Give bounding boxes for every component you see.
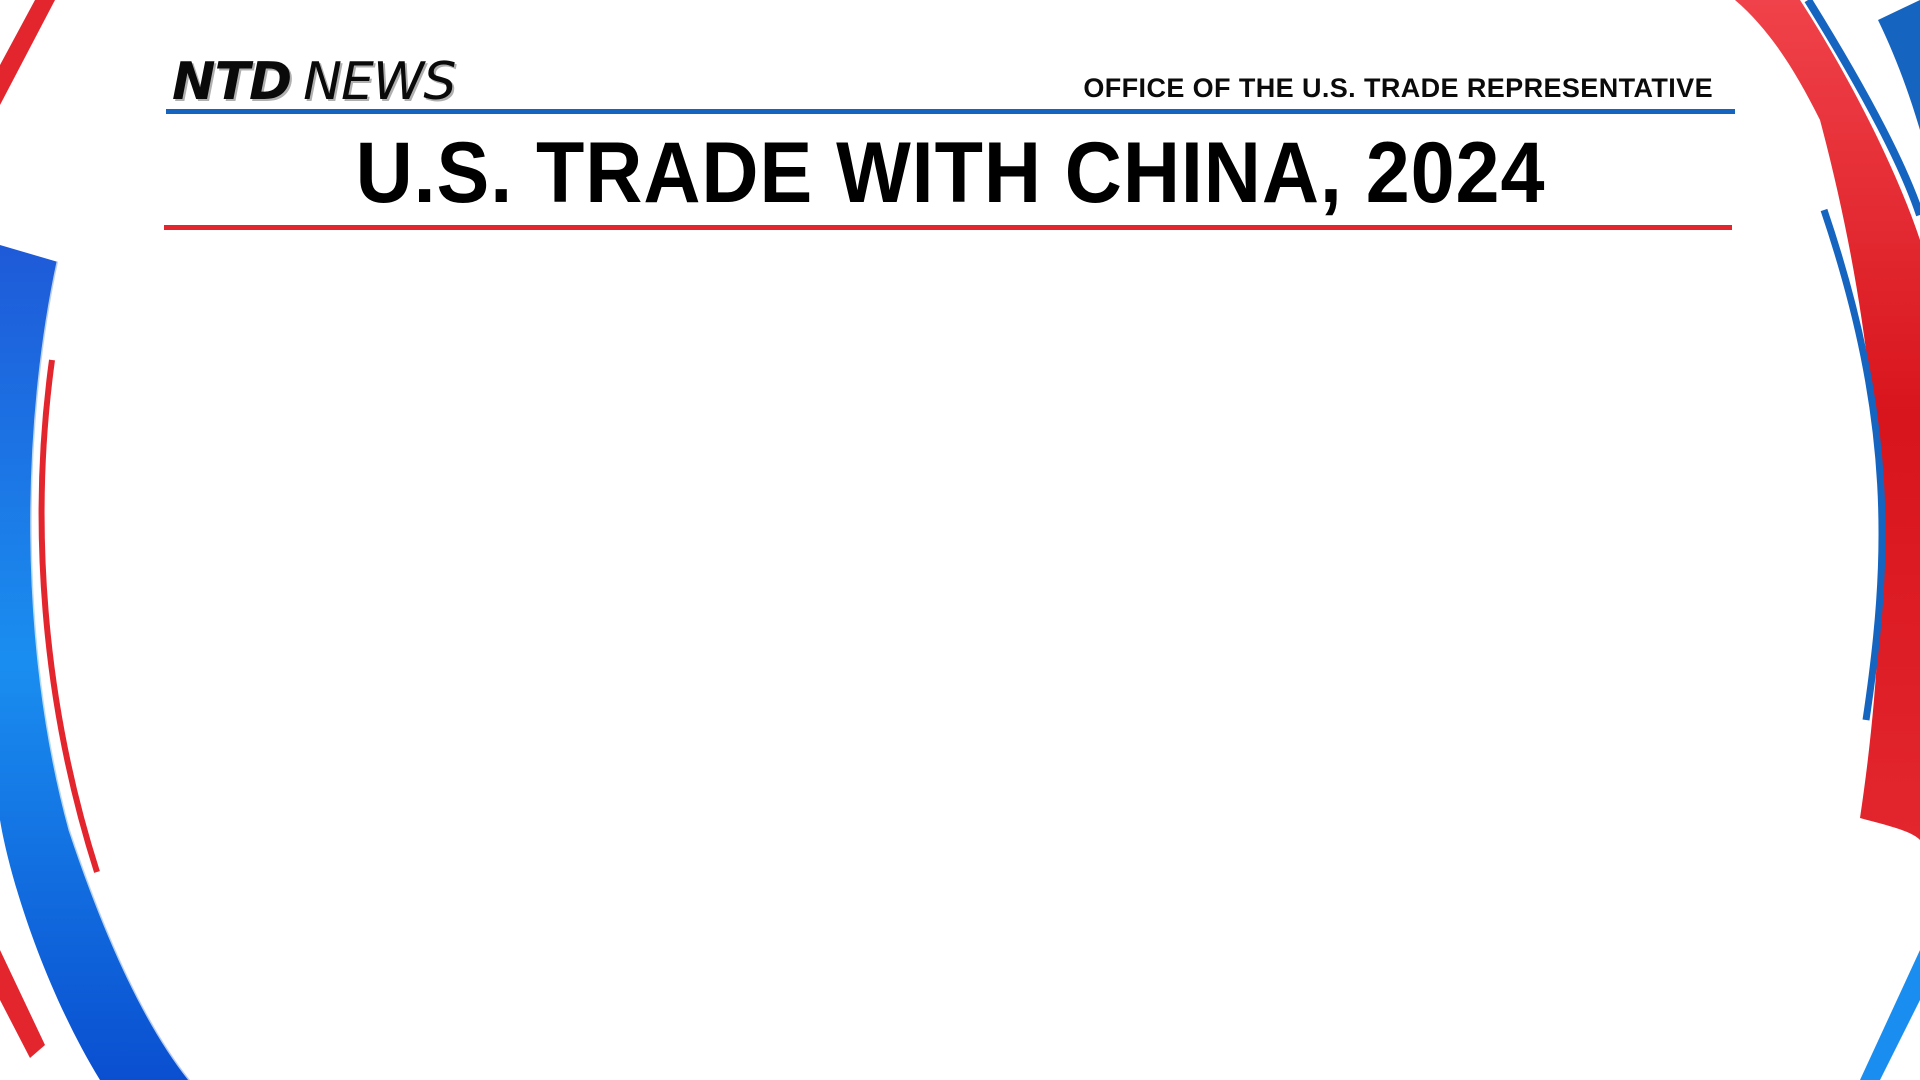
left-top-red-sliver <box>0 0 55 105</box>
graphic-canvas: NTD NEWS OFFICE OF THE U.S. TRADE REPRESE… <box>0 0 1920 1080</box>
right-top-blue-sliver <box>1878 0 1920 130</box>
right-bottom-blue-sliver <box>1860 950 1920 1080</box>
left-bottom-red-sliver <box>0 950 45 1058</box>
ntd-news-logo: NTD NEWS <box>172 52 456 112</box>
right-red-arc <box>1735 0 1920 840</box>
logo-ntd-text: NTD <box>172 52 292 112</box>
logo-news-text: NEWS <box>303 52 456 112</box>
right-top-blue-arc <box>1804 0 1920 217</box>
source-credit: OFFICE OF THE U.S. TRADE REPRESENTATIVE <box>1083 73 1713 103</box>
page-title: U.S. TRADE WITH CHINA, 2024 <box>355 125 1546 221</box>
left-blue-arc <box>0 245 190 1080</box>
right-blue-thin-arc <box>1820 208 1886 721</box>
blue-divider <box>166 109 1735 114</box>
red-divider <box>164 225 1732 230</box>
left-red-thin-arc <box>38 359 100 873</box>
